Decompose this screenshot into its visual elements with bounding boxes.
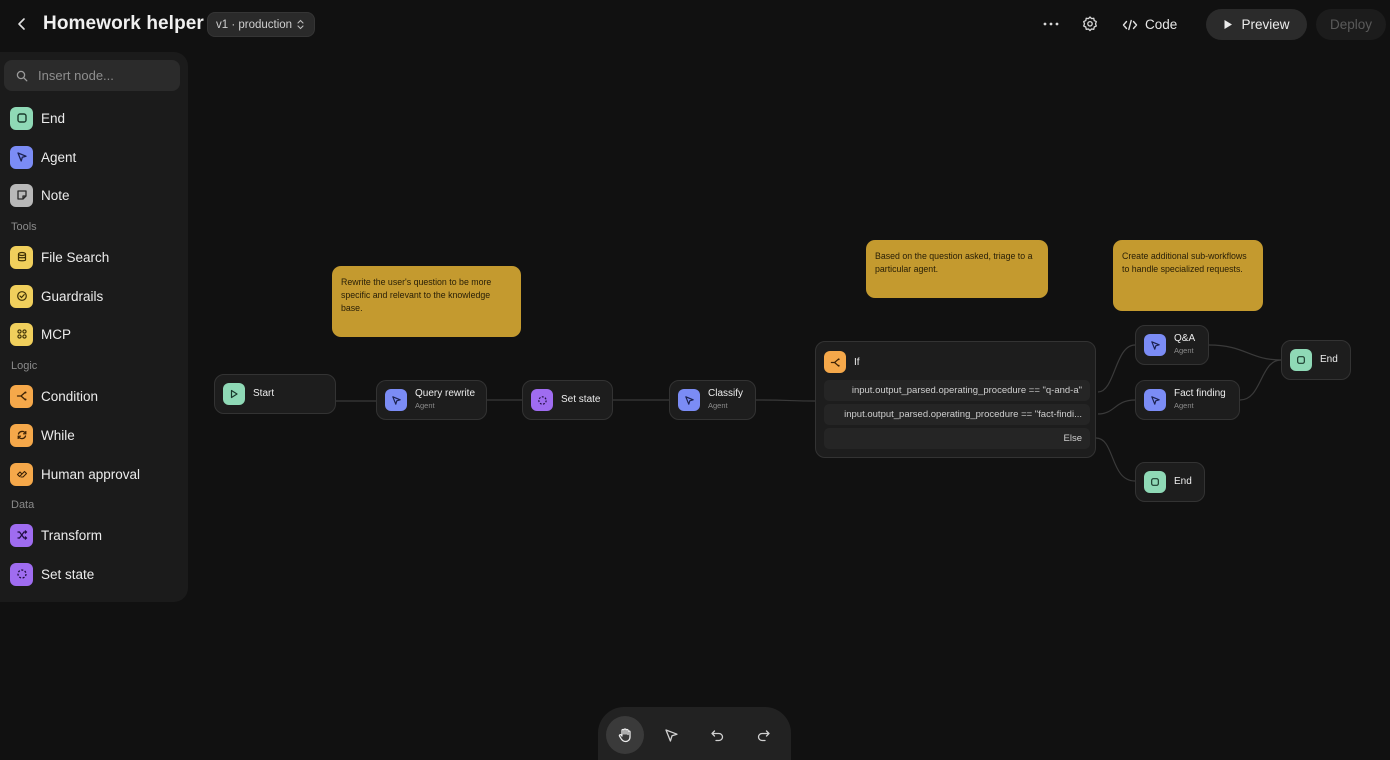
note-sub-workflows[interactable]: Create additional sub-workflows to handl…	[1113, 240, 1263, 311]
node-title: End	[1320, 354, 1338, 365]
node-fact-finding[interactable]: Fact finding Agent	[1135, 380, 1240, 420]
canvas-toolbar	[598, 707, 791, 760]
hand-icon	[618, 728, 631, 743]
end-icon	[1290, 349, 1312, 371]
hand-tool-button[interactable]	[606, 716, 644, 754]
node-title: If	[854, 356, 860, 368]
agent-icon	[1144, 334, 1166, 356]
undo-button[interactable]	[698, 716, 736, 754]
node-title: Classify	[708, 388, 744, 399]
node-title: Start	[253, 388, 275, 399]
node-title: Set state	[561, 394, 601, 405]
node-start[interactable]: Start	[214, 374, 336, 414]
condition-row[interactable]: input.output_parsed.operating_procedure …	[824, 380, 1090, 401]
select-tool-button[interactable]	[652, 716, 690, 754]
agent-icon	[385, 389, 407, 411]
node-end-bottom[interactable]: End	[1135, 462, 1205, 502]
note-triage[interactable]: Based on the question asked, triage to a…	[866, 240, 1048, 298]
node-if[interactable]: If input.output_parsed.operating_procedu…	[815, 341, 1096, 458]
node-title: Fact finding	[1174, 388, 1226, 399]
redo-button[interactable]	[744, 716, 782, 754]
node-title: Query rewrite	[415, 388, 476, 399]
node-query-rewrite[interactable]: Query rewrite Agent	[376, 380, 487, 420]
pointer-icon	[664, 728, 678, 742]
agent-icon	[678, 389, 700, 411]
redo-icon	[757, 729, 770, 741]
note-rewrite[interactable]: Rewrite the user's question to be more s…	[332, 266, 521, 337]
node-subtitle: Agent	[415, 401, 435, 410]
end-icon	[1144, 471, 1166, 493]
node-subtitle: Agent	[1174, 346, 1194, 355]
branch-icon	[824, 351, 846, 373]
node-end-top[interactable]: End	[1281, 340, 1351, 380]
node-title: Q&A	[1174, 333, 1196, 344]
node-title: End	[1174, 476, 1192, 487]
undo-icon	[710, 729, 723, 741]
node-qa[interactable]: Q&A Agent	[1135, 325, 1209, 365]
agent-icon	[1144, 389, 1166, 411]
condition-row[interactable]: input.output_parsed.operating_procedure …	[824, 404, 1090, 425]
node-subtitle: Agent	[1174, 401, 1194, 410]
node-classify[interactable]: Classify Agent	[669, 380, 756, 420]
node-set-state[interactable]: Set state	[522, 380, 613, 420]
state-icon	[531, 389, 553, 411]
node-subtitle: Agent	[708, 401, 728, 410]
else-row[interactable]: Else	[824, 428, 1090, 449]
play-icon	[223, 383, 245, 405]
